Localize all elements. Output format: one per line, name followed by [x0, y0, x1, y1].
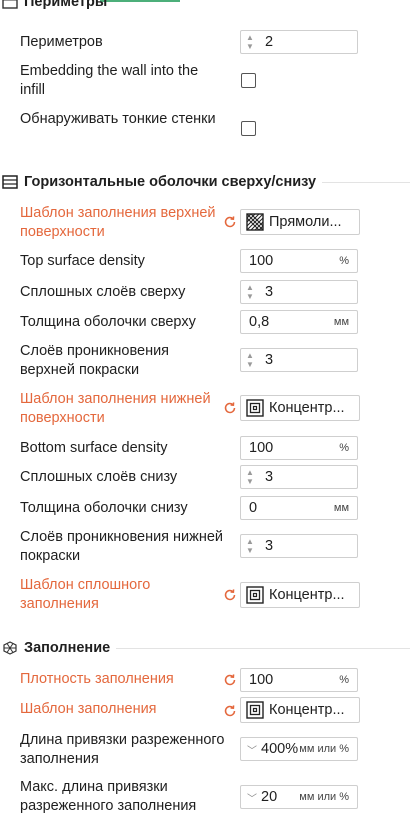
infill-density-input[interactable]: 100 % [240, 668, 358, 692]
section-header-shells: Горизонтальные оболочки сверху/снизу [0, 171, 410, 193]
anchor-max-label: Макс. длина привязки разреженного заполн… [20, 779, 197, 814]
anchor-length-label: Длина привязки разреженного заполнения [20, 732, 225, 767]
top-density-input[interactable]: 100 % [240, 249, 358, 273]
section-divider [322, 181, 410, 183]
shell-layers-icon [2, 175, 18, 189]
reset-icon[interactable] [222, 672, 238, 688]
spin-arrows[interactable]: ▲ ▼ [243, 281, 257, 303]
top-pattern-label: Шаблон заполнения верхней поверхности [20, 205, 216, 240]
solid-pattern-label: Шаблон сплошного заполнения [20, 577, 151, 612]
bottom-pattern-combo[interactable]: Концентр... [240, 395, 360, 421]
bottom-paint-layers-stepper[interactable]: ▲ ▼ 3 [240, 534, 358, 558]
section-title: Горизонтальные оболочки сверху/снизу [24, 174, 317, 190]
bottom-paint-layers-label: Слоёв проникновения нижней покраски [20, 529, 224, 564]
top-pattern-combo[interactable]: Прямоли... [240, 209, 360, 235]
bottom-layers-label: Сплошных слоёв снизу [20, 469, 178, 485]
bottom-thickness-input[interactable]: 0 мм [240, 496, 358, 520]
reset-icon[interactable] [222, 703, 238, 719]
spin-arrows[interactable]: ▲ ▼ [243, 535, 257, 557]
bottom-pattern-label: Шаблон заполнения нижней поверхности [20, 391, 211, 426]
top-layers-label: Сплошных слоёв сверху [20, 284, 186, 300]
concentric-pattern-icon [246, 586, 264, 604]
solid-pattern-combo[interactable]: Концентр... [240, 582, 360, 608]
chevron-down-icon[interactable]: ﹀ [241, 742, 259, 757]
reset-icon[interactable] [222, 214, 238, 230]
embedding-wall-label: Embedding the wall into the infill [20, 63, 199, 98]
concentric-pattern-icon [246, 399, 264, 417]
section-header-infill: Заполнение [0, 637, 410, 659]
anchor-max-combo[interactable]: ﹀ 20 мм или % [240, 785, 358, 809]
bottom-density-input[interactable]: 100 % [240, 436, 358, 460]
bottom-density-label: Bottom surface density [20, 440, 168, 456]
perimeters-label: Периметров [20, 34, 103, 50]
top-layers-stepper[interactable]: ▲ ▼ 3 [240, 280, 358, 304]
infill-pattern-label: Шаблон заполнения [20, 701, 157, 717]
top-density-label: Top surface density [20, 253, 145, 269]
rectilinear-pattern-icon [246, 213, 264, 231]
top-paint-layers-stepper[interactable]: ▲ ▼ 3 [240, 348, 358, 372]
concentric-pattern-icon [246, 701, 264, 719]
infill-density-label: Плотность заполнения [20, 671, 174, 687]
top-thickness-label: Толщина оболочки сверху [20, 314, 196, 330]
perimeters-stepper[interactable]: ▲ ▼ 2 [240, 30, 358, 54]
top-paint-layers-label: Слоёв проникновения верхней покраски [20, 343, 170, 378]
bottom-layers-stepper[interactable]: ▲ ▼ 3 [240, 465, 358, 489]
reset-icon[interactable] [222, 400, 238, 416]
detect-thin-walls-checkbox[interactable] [241, 121, 256, 136]
section-title: Заполнение [24, 640, 111, 656]
walls-icon [2, 0, 18, 9]
infill-hex-icon [3, 641, 17, 655]
section-divider [116, 647, 410, 649]
infill-pattern-combo[interactable]: Концентр... [240, 697, 360, 723]
spin-arrows[interactable]: ▲ ▼ [243, 31, 257, 53]
detect-thin-walls-label: Обнаруживать тонкие стенки [20, 111, 216, 127]
anchor-length-combo[interactable]: ﹀ 400% мм или % [240, 737, 358, 761]
embedding-wall-checkbox[interactable] [241, 73, 256, 88]
spin-arrows[interactable]: ▲ ▼ [243, 466, 257, 488]
section-title: Периметры [24, 0, 108, 10]
spin-arrows[interactable]: ▲ ▼ [243, 349, 257, 371]
section-header-perimeters: Периметры [0, 0, 410, 13]
chevron-down-icon[interactable]: ﹀ [241, 790, 259, 805]
bottom-thickness-label: Толщина оболочки снизу [20, 500, 188, 516]
top-thickness-input[interactable]: 0,8 мм [240, 310, 358, 334]
reset-icon[interactable] [222, 587, 238, 603]
